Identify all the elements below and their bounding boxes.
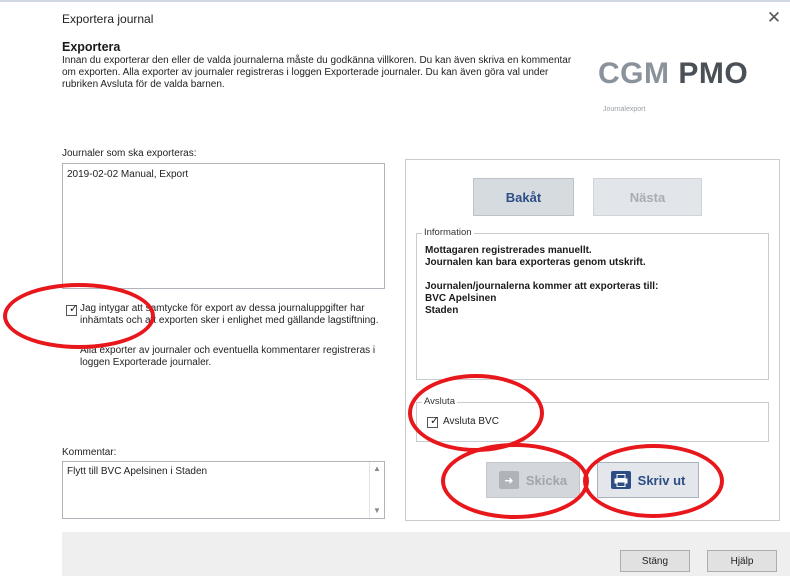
logo-subtitle: Journalexport [603, 106, 646, 113]
avsluta-bvc-checkbox[interactable]: ✓ [427, 415, 440, 428]
info-line: Journalen kan bara exporteras genom utsk… [425, 257, 646, 268]
intro-text: Innan du exporterar den eller de valda j… [62, 55, 572, 90]
comment-value: Flytt till BVC Apelsinen i Staden [67, 466, 208, 477]
info-line: Staden [425, 305, 459, 316]
consent-note: Alla exporter av journaler och eventuell… [80, 345, 376, 368]
info-line [425, 269, 658, 281]
info-line: Journalen/journalerna kommer att exporte… [425, 281, 659, 292]
consent-checkbox[interactable]: ✓ [66, 303, 79, 316]
list-item[interactable]: 2019-02-02 Manual, Export [67, 169, 188, 180]
printer-icon [610, 471, 631, 489]
close-icon[interactable]: ✕ [766, 8, 782, 28]
close-button[interactable]: Stäng [620, 550, 690, 572]
checkmark-icon: ✓ [69, 303, 79, 315]
info-line: Mottagaren registrerades manuellt. [425, 245, 592, 256]
print-button[interactable]: Skriv ut [597, 462, 699, 498]
avsluta-group: Avsluta ✓ Avsluta BVC [416, 396, 769, 442]
send-button[interactable]: ➜ Skicka [486, 462, 580, 498]
section-heading: Exportera [62, 40, 121, 54]
journals-list[interactable]: 2019-02-02 Manual, Export [62, 163, 385, 289]
top-border [0, 0, 790, 2]
help-button[interactable]: Hjälp [707, 550, 777, 572]
information-text: Mottagaren registrerades manuellt. Journ… [425, 245, 658, 317]
information-label: Information [422, 227, 474, 238]
comment-textarea[interactable]: Flytt till BVC Apelsinen i Staden ▲ ▼ [62, 461, 385, 519]
info-line: BVC Apelsinen [425, 293, 497, 304]
next-button[interactable]: Nästa [593, 178, 702, 216]
back-button[interactable]: Bakåt [473, 178, 574, 216]
avsluta-bvc-label: Avsluta BVC [443, 416, 499, 427]
avsluta-label: Avsluta [422, 396, 457, 407]
comment-label: Kommentar: [62, 447, 117, 458]
print-label: Skriv ut [637, 472, 686, 488]
consent-text: Jag intygar att samtycke för export av d… [80, 303, 379, 326]
journals-label: Journaler som ska exporteras: [62, 148, 197, 159]
send-icon: ➜ [498, 471, 519, 489]
send-label: Skicka [525, 472, 568, 488]
checkmark-icon: ✓ [430, 415, 440, 427]
cgm-pmo-logo: CGM PMO [598, 57, 748, 91]
logo-brand: CGM [598, 57, 670, 90]
window-title: Exportera journal [62, 12, 154, 26]
scroll-down-icon[interactable]: ▼ [373, 506, 381, 515]
logo-product: PMO [678, 57, 749, 90]
information-group: Information Mottagaren registrerades man… [416, 227, 769, 380]
comment-scrollbar[interactable]: ▲ ▼ [369, 462, 384, 518]
scroll-up-icon[interactable]: ▲ [373, 464, 381, 473]
